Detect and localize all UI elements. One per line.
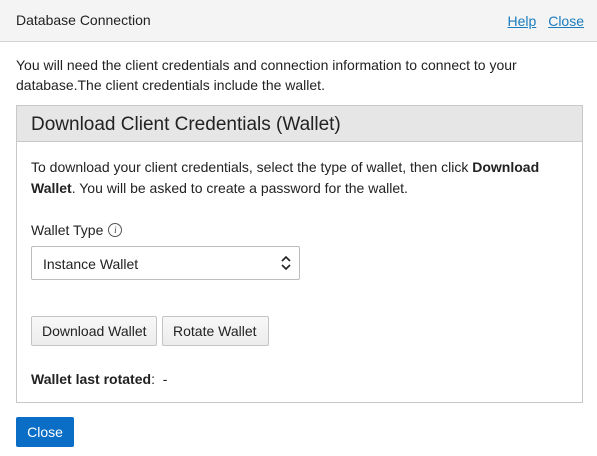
- last-rotated-value: -: [162, 371, 168, 387]
- panel-desc-text: To download your client credentials, sel…: [31, 159, 473, 175]
- last-rotated-sep: :: [151, 371, 155, 387]
- dialog-title: Database Connection: [16, 12, 151, 28]
- last-rotated-label: Wallet last rotated: [31, 371, 152, 387]
- rotate-wallet-button[interactable]: Rotate Wallet: [162, 316, 269, 346]
- wallet-type-value: Instance Wallet: [43, 256, 139, 272]
- wallet-last-rotated: Wallet last rotated: -: [31, 371, 167, 387]
- panel-desc-text-end: . You will be asked to create a password…: [71, 180, 408, 196]
- database-connection-dialog: Database Connection Help Close You will …: [0, 0, 597, 456]
- wallet-type-label: Wallet Type i: [31, 222, 123, 238]
- download-wallet-button[interactable]: Download Wallet: [31, 316, 157, 346]
- chevron-up-down-icon: [281, 255, 291, 271]
- help-link[interactable]: Help: [508, 13, 537, 29]
- wallet-panel: Download Client Credentials (Wallet) To …: [16, 105, 583, 403]
- close-link[interactable]: Close: [548, 13, 584, 29]
- wallet-type-select[interactable]: Instance Wallet: [31, 246, 300, 280]
- intro-text: You will need the client credentials and…: [16, 57, 517, 93]
- dialog-header: Database Connection Help Close: [0, 0, 597, 42]
- header-links: Help Close: [500, 13, 584, 29]
- close-button[interactable]: Close: [16, 417, 74, 447]
- panel-description: To download your client credentials, sel…: [31, 157, 566, 199]
- info-icon[interactable]: i: [108, 223, 123, 238]
- wallet-type-label-text: Wallet Type: [31, 222, 104, 238]
- panel-title: Download Client Credentials (Wallet): [17, 106, 582, 142]
